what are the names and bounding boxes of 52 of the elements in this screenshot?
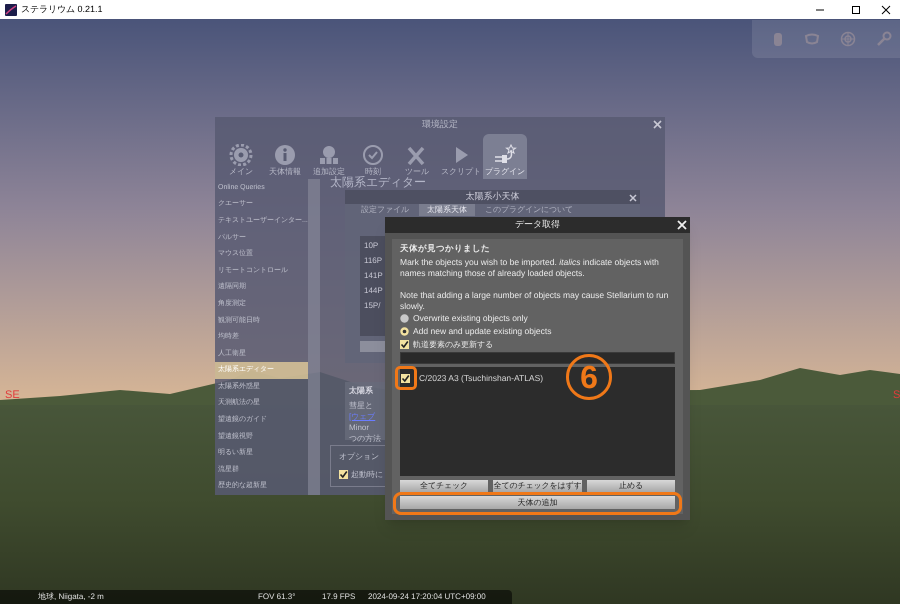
plug-icon [493,144,517,166]
fov-text: FOV 61.3° [258,591,296,603]
highlight-outline [395,366,417,390]
group-title: オプション [339,450,380,463]
filter-field[interactable] [400,352,675,364]
radio-button[interactable] [400,327,409,336]
dialog-button[interactable]: 止める [586,480,675,492]
dialog-title: 太陽系小天体 [466,190,520,203]
app-logo-icon [5,4,17,16]
section-heading: 天体が見つかりました [400,243,491,253]
step-number-badge: 6 [566,354,612,400]
settings-tab[interactable]: スクリプト [439,134,483,179]
checkbox[interactable] [400,340,409,349]
info-heading: 太陽系 [349,384,373,397]
dialog-button[interactable]: 全てチェック [400,480,488,492]
gear-icon [229,144,253,166]
close-icon [629,194,637,202]
settings-tab[interactable]: 天体情報 [263,134,307,179]
object-name[interactable]: C/2023 A3 (Tsuchinshan-ATLAS) [419,372,544,385]
sub-dialog-tab[interactable]: このプラグインについて [477,204,581,216]
checkbox[interactable] [339,470,348,480]
note-text: Note that adding a large number of objects may cause Stellarium to run slowly. [400,290,670,312]
location-text: 地球, Niigata, -2 m [38,591,105,603]
gear-blocks-icon [317,144,341,166]
dialog-title: データ取得 [515,218,560,232]
fps-text: 17.9 FPS [322,591,356,603]
settings-tab[interactable]: メイン [219,134,263,179]
settings-tab[interactable]: プラグイン [483,134,527,179]
compass-label: SE [5,389,20,401]
radio-label: Add new and update existing objects [413,325,552,338]
info-text: 彗星と [349,400,373,411]
compass-label: S [893,389,900,401]
radio-label: Overwrite existing objects only [413,312,528,325]
dialog-button[interactable]: 全てのチェックをはずす [493,480,582,492]
checkbox[interactable] [401,374,410,383]
instruction-text: Mark the objects you wish to be imported. italics indicate objects with names matching those of already loaded objects. [400,257,660,279]
add-objects-button[interactable]: 天体の追加 [400,496,675,509]
checkbox-label: 起動時に [351,468,383,481]
info-icon [273,144,297,166]
scrollbar[interactable] [308,178,320,495]
checkbox-label: 軌道要素のみ更新する [413,338,493,350]
dialog-title: 環境設定 [422,118,458,132]
maximize-icon[interactable] [851,4,861,14]
datetime-text: 2024-09-24 17:20:04 UTC+09:00 [368,591,486,603]
sub-dialog-tab[interactable]: 設定ファイル [353,204,417,216]
radio-button[interactable] [400,314,409,323]
window-title: ステラリウム 0.21.1 [21,2,103,16]
info-text: Minor [349,422,370,433]
sub-dialog-tab[interactable]: 太陽系天体 [419,204,475,216]
info-text: つの方法 [349,434,381,444]
clock-icon [361,144,385,166]
close-icon[interactable] [881,4,891,14]
